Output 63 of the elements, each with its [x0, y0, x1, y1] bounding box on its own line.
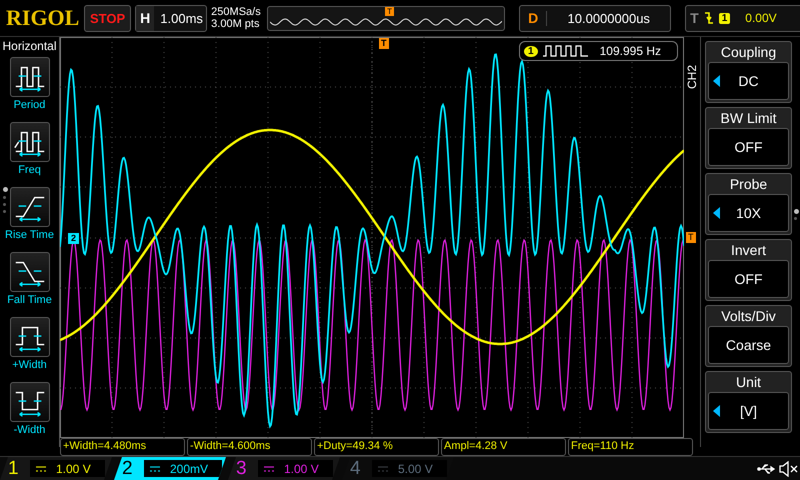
measurement-readout: Ampl=4.28 V — [441, 438, 566, 456]
adjust-arrow-icon — [713, 75, 720, 87]
sample-rate: 250MSa/s — [211, 6, 262, 18]
softkey-value: 10X — [736, 205, 761, 221]
measure-label: -Width — [14, 424, 46, 436]
trigger-position-marker[interactable]: T — [379, 38, 388, 49]
softkey-button[interactable]: Coarse — [708, 326, 789, 364]
softkey-button[interactable]: 10X — [708, 194, 789, 232]
adjust-arrow-icon — [713, 207, 720, 219]
softkey-button[interactable]: [V] — [708, 392, 789, 430]
speaker-muted-icon — [779, 460, 800, 476]
measure-button[interactable] — [10, 252, 50, 292]
run-stop-button[interactable]: STOP — [84, 4, 132, 32]
trigger-position-marker: T — [385, 6, 394, 16]
dc-coupling-icon — [150, 466, 160, 472]
measure-button[interactable] — [10, 187, 50, 227]
menu-title: Horizontal — [2, 39, 57, 53]
measure-button[interactable] — [10, 122, 50, 162]
square-wave-icon — [542, 45, 589, 57]
trigger-level-marker[interactable]: T — [686, 232, 696, 243]
measure-button[interactable] — [10, 57, 50, 97]
brand-logo: RIGOL — [6, 5, 80, 31]
falling-edge-icon — [704, 11, 714, 25]
softkey-title: Unit — [735, 373, 762, 392]
measurement-readout: +Width=4.480ms — [60, 438, 185, 456]
measure-button[interactable] — [10, 317, 50, 357]
softkey-title: Invert — [730, 241, 767, 260]
measurement-readout: +Duty=49.34 % — [314, 438, 439, 456]
softkey-value: OFF — [734, 139, 762, 155]
softkey-value: DC — [738, 73, 759, 89]
softkey-value: OFF — [734, 271, 762, 287]
channel-tab[interactable]: 2 200mV — [114, 457, 226, 480]
measurement-readout: Freq=110 Hz — [568, 438, 693, 456]
channel-offset-marker[interactable]: 2 — [68, 233, 80, 244]
dc-coupling-icon — [378, 466, 388, 472]
measure-label: Fall Time — [7, 294, 52, 306]
softkey-button[interactable]: DC — [708, 62, 789, 100]
dc-coupling-icon — [264, 466, 274, 472]
measure-button[interactable] — [10, 382, 50, 422]
measure-label: Period — [14, 99, 46, 111]
usb-icon — [757, 462, 778, 474]
memory-depth: 3.00M pts — [211, 18, 260, 30]
softkey-title: Volts/Div — [720, 307, 777, 326]
frequency-counter: 1 109.995 Hz — [519, 41, 678, 61]
softkey-title: Coupling — [720, 43, 778, 62]
softkey-value: Coarse — [726, 337, 772, 353]
measure-label: +Width — [12, 359, 47, 371]
channel-tab[interactable]: 3 1.00 V — [228, 457, 340, 480]
softkey-title: Probe — [728, 175, 768, 194]
dc-coupling-icon — [36, 466, 46, 472]
measurement-readout: -Width=4.600ms — [187, 438, 312, 456]
measure-label: Freq — [18, 164, 41, 176]
softkey-button[interactable]: OFF — [708, 128, 789, 166]
softkey-value: [V] — [740, 403, 758, 419]
trigger-display[interactable]: T 1 0.00V — [685, 4, 800, 32]
channel-title: CH2 — [685, 65, 699, 90]
delay-display[interactable]: D 10.0000000us — [519, 4, 672, 32]
timebase-display[interactable]: H 1.00ms — [135, 4, 208, 32]
measure-label: Rise Time — [5, 229, 54, 241]
softkey-title: BW Limit — [720, 109, 778, 128]
channel-tab[interactable]: 1 1.00 V — [0, 457, 112, 480]
adjust-arrow-icon — [713, 405, 720, 417]
softkey-button[interactable]: OFF — [708, 260, 789, 298]
